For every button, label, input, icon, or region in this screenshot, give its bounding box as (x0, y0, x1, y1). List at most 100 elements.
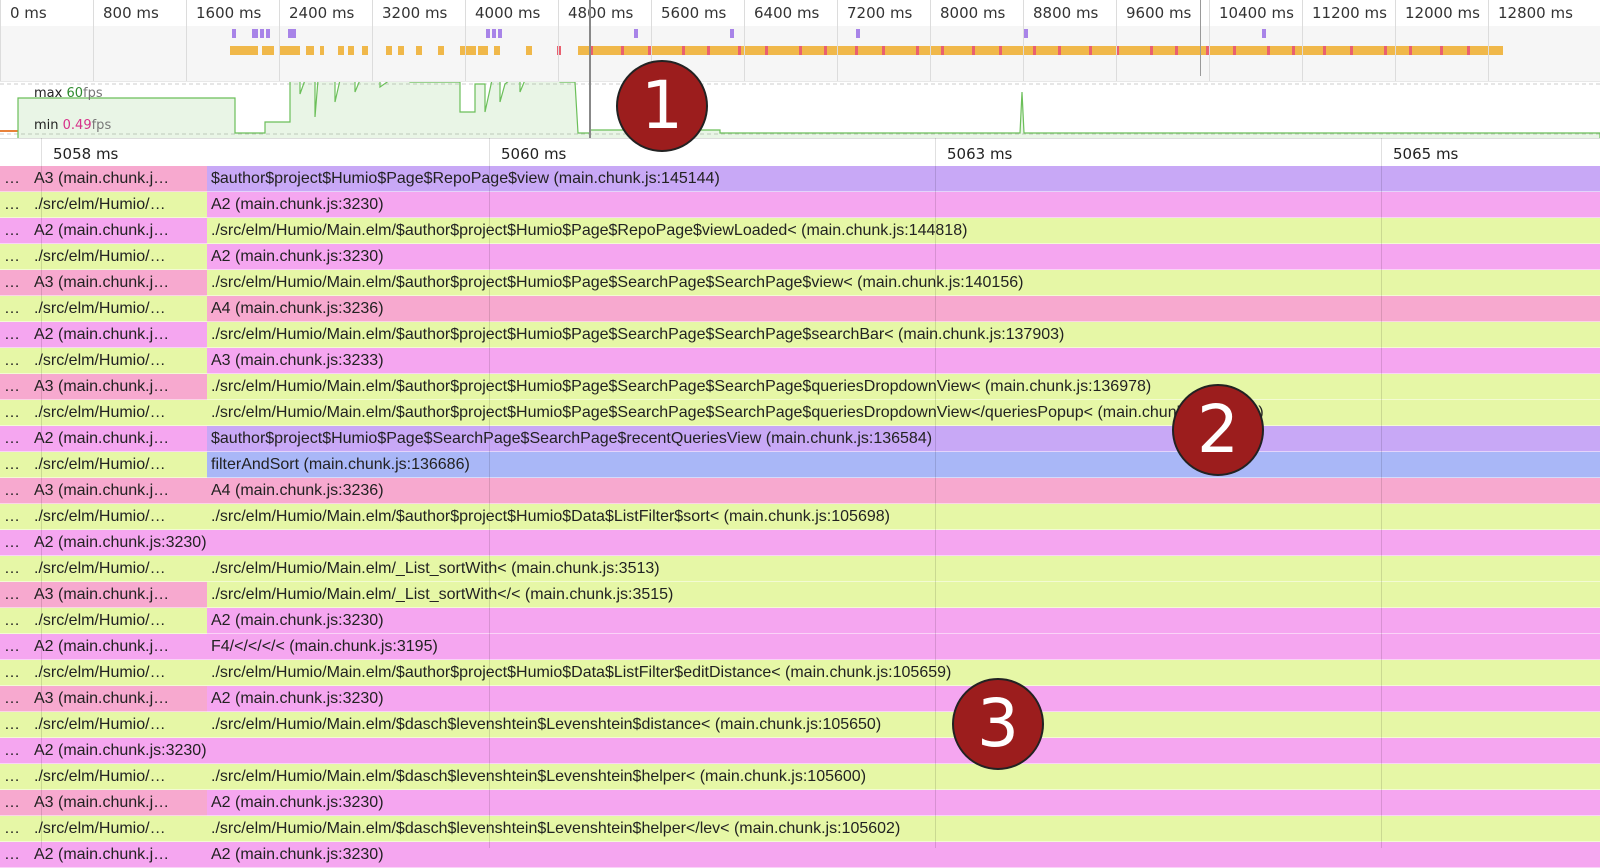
flame-row[interactable]: … A3 (main.chunk.j… ./src/elm/Humio/Main.e… (0, 270, 1600, 296)
flame-frame[interactable]: … (0, 400, 30, 426)
flame-frame[interactable]: A4 (main.chunk.js:3236) (207, 478, 1600, 504)
flame-frame[interactable]: … (0, 738, 30, 764)
flame-frame[interactable]: A2 (main.chunk.js:3230) (207, 608, 1600, 634)
flame-frame[interactable]: … (0, 530, 30, 556)
flame-frame[interactable]: A3 (main.chunk.j… (30, 582, 207, 608)
flame-frame[interactable]: ./src/elm/Humio/Main.elm/$author$project… (207, 400, 1600, 426)
flame-frame[interactable]: … (0, 322, 30, 348)
flame-row[interactable]: … A3 (main.chunk.j… ./src/elm/Humio/Main.e… (0, 374, 1600, 400)
flame-frame[interactable]: $author$project$Humio$Page$SearchPage$Se… (207, 426, 1600, 452)
flame-row[interactable]: … ./src/elm/Humio/… ./src/elm/Humio/Main.e… (0, 400, 1600, 426)
flame-frame[interactable]: ./src/elm/Humio/Main.elm/$dasch$levensht… (207, 764, 1600, 790)
flame-frame[interactable]: … (0, 582, 30, 608)
flame-frame[interactable]: … (0, 478, 30, 504)
flame-frame[interactable]: A2 (main.chunk.j… (30, 322, 207, 348)
flame-row[interactable]: … A2 (main.chunk.j… ./src/elm/Humio/Main.e… (0, 218, 1600, 244)
flame-frame[interactable]: A3 (main.chunk.j… (30, 478, 207, 504)
flame-row[interactable]: … A3 (main.chunk.j… A4 (main.chunk.js:3236… (0, 478, 1600, 504)
flame-frame[interactable]: ./src/elm/Humio/… (30, 400, 207, 426)
timeline-overview[interactable]: 0 ms 800 ms 1600 ms 2400 ms 3200 ms 4000 ms 48… (0, 0, 1600, 81)
flame-frame[interactable]: … (0, 504, 30, 530)
flame-row[interactable]: … ./src/elm/Humio/… ./src/elm/Humio/Main.e… (0, 504, 1600, 530)
flame-frame[interactable]: A3 (main.chunk.j… (30, 166, 207, 192)
selection-end-handle[interactable] (1200, 0, 1201, 76)
flame-frame[interactable]: … (0, 764, 30, 790)
flame-row[interactable]: … A2 (main.chunk.j… $author$project$Humio$… (0, 426, 1600, 452)
flame-row[interactable]: … A3 (main.chunk.j… A2 (main.chunk.js:3230… (0, 790, 1600, 816)
flame-row[interactable]: … ./src/elm/Humio/… ./src/elm/Humio/Main.e… (0, 764, 1600, 790)
flame-frame[interactable]: ./src/elm/Humio/… (30, 348, 207, 374)
flame-frame[interactable]: … (0, 166, 30, 192)
flame-row[interactable]: … ./src/elm/Humio/… A4 (main.chunk.js:3236… (0, 296, 1600, 322)
flame-frame[interactable]: … (0, 452, 30, 478)
flame-frame[interactable]: ./src/elm/Humio/Main.elm/$author$project… (207, 218, 1600, 244)
flame-frame[interactable]: A3 (main.chunk.j… (30, 686, 207, 712)
flame-frame[interactable]: … (0, 244, 30, 270)
flame-frame[interactable]: A3 (main.chunk.j… (30, 374, 207, 400)
flame-frame[interactable]: A2 (main.chunk.j… (30, 218, 207, 244)
flame-frame[interactable]: A2 (main.chunk.js:3230) (207, 686, 1600, 712)
flame-frame[interactable]: ./src/elm/Humio/… (30, 244, 207, 270)
flame-frame[interactable]: ./src/elm/Humio/Main.elm/_List_sortWith<… (207, 582, 1600, 608)
flame-frame[interactable]: ./src/elm/Humio/… (30, 504, 207, 530)
flame-frame[interactable]: $author$project$Humio$Page$RepoPage$view… (207, 166, 1600, 192)
flame-frame[interactable]: … (0, 556, 30, 582)
flame-frame[interactable]: ./src/elm/Humio/Main.elm/$author$project… (207, 504, 1600, 530)
flame-frame[interactable]: A2 (main.chunk.js:3230) (207, 192, 1600, 218)
flame-frame[interactable]: ./src/elm/Humio/Main.elm/$author$project… (207, 270, 1600, 296)
flame-frame[interactable]: … (0, 634, 30, 660)
flame-row[interactable]: … A2 (main.chunk.j… F4/</</</< (main.chunk… (0, 634, 1600, 660)
flame-row[interactable]: … ./src/elm/Humio/… ./src/elm/Humio/Main.e… (0, 712, 1600, 738)
flame-frame[interactable]: … (0, 426, 30, 452)
flame-row[interactable]: … A2 (main.chunk.j… ./src/elm/Humio/Main.e… (0, 322, 1600, 348)
flame-frame[interactable]: … (0, 660, 30, 686)
flame-frame[interactable]: ./src/elm/Humio/… (30, 192, 207, 218)
flame-frame[interactable]: … (0, 842, 30, 868)
flame-frame[interactable]: … (0, 218, 30, 244)
flame-frame[interactable]: F4/</</</< (main.chunk.js:3195) (207, 634, 1600, 660)
flame-frame[interactable]: ./src/elm/Humio/Main.elm/$dasch$levensht… (207, 816, 1600, 842)
flame-frame[interactable]: ./src/elm/Humio/Main.elm/$dasch$levensht… (207, 712, 1600, 738)
flame-frame[interactable]: A2 (main.chunk.j… (30, 426, 207, 452)
flame-row[interactable]: … ./src/elm/Humio/… ./src/elm/Humio/Main.e… (0, 556, 1600, 582)
flame-frame[interactable]: A2 (main.chunk.j… (30, 634, 207, 660)
flame-frame[interactable]: A3 (main.chunk.js:3233) (207, 348, 1600, 374)
flame-frame[interactable]: A2 (main.chunk.j… (30, 842, 207, 868)
flame-frame[interactable]: … (0, 686, 30, 712)
flame-row[interactable]: … ./src/elm/Humio/… A2 (main.chunk.js:3230… (0, 192, 1600, 218)
flame-frame[interactable]: … (0, 790, 30, 816)
flame-row[interactable]: … A3 (main.chunk.j… ./src/elm/Humio/Main.e… (0, 582, 1600, 608)
flame-frame[interactable]: … (0, 712, 30, 738)
flame-frame[interactable]: ./src/elm/Humio/… (30, 296, 207, 322)
flame-frame[interactable]: A2 (main.chunk.js:3230) (30, 530, 1600, 556)
flame-row[interactable]: … A2 (main.chunk.j… A2 (main.chunk.js:3230… (0, 842, 1600, 868)
flame-frame[interactable]: ./src/elm/Humio/… (30, 764, 207, 790)
flame-frame[interactable]: … (0, 374, 30, 400)
flame-row[interactable]: … ./src/elm/Humio/… A3 (main.chunk.js:3233… (0, 348, 1600, 374)
flame-frame[interactable]: ./src/elm/Humio/… (30, 452, 207, 478)
flame-frame[interactable]: ./src/elm/Humio/… (30, 816, 207, 842)
flame-frame[interactable]: A3 (main.chunk.j… (30, 790, 207, 816)
flame-frame[interactable]: ./src/elm/Humio/… (30, 556, 207, 582)
flame-frame[interactable]: A4 (main.chunk.js:3236) (207, 296, 1600, 322)
flame-frame[interactable]: … (0, 296, 30, 322)
flame-frame[interactable]: … (0, 348, 30, 374)
flame-frame[interactable]: A2 (main.chunk.js:3230) (207, 842, 1600, 868)
flame-frame[interactable]: … (0, 608, 30, 634)
flame-row[interactable]: … A3 (main.chunk.j… A2 (main.chunk.js:3230… (0, 686, 1600, 712)
flame-frame[interactable]: filterAndSort (main.chunk.js:136686) (207, 452, 1600, 478)
flame-row[interactable]: … ./src/elm/Humio/… A2 (main.chunk.js:3230… (0, 244, 1600, 270)
flame-row[interactable]: … ./src/elm/Humio/… filterAndSort (main.ch… (0, 452, 1600, 478)
flame-frame[interactable]: ./src/elm/Humio/… (30, 660, 207, 686)
flame-frame[interactable]: … (0, 816, 30, 842)
flame-frame[interactable]: ./src/elm/Humio/Main.elm/$author$project… (207, 660, 1600, 686)
flame-frame[interactable]: A3 (main.chunk.j… (30, 270, 207, 296)
flame-frame[interactable]: A2 (main.chunk.js:3230) (207, 790, 1600, 816)
selection-start-handle[interactable] (589, 0, 591, 138)
flame-frame[interactable]: ./src/elm/Humio/Main.elm/$author$project… (207, 374, 1600, 400)
flame-row[interactable]: … ./src/elm/Humio/… ./src/elm/Humio/Main.e… (0, 660, 1600, 686)
flame-frame[interactable]: A2 (main.chunk.js:3230) (30, 738, 1600, 764)
flame-row[interactable]: … ./src/elm/Humio/… ./src/elm/Humio/Main.e… (0, 816, 1600, 842)
flame-frame[interactable]: A2 (main.chunk.js:3230) (207, 244, 1600, 270)
flame-row[interactable]: … A2 (main.chunk.js:3230) (0, 738, 1600, 764)
